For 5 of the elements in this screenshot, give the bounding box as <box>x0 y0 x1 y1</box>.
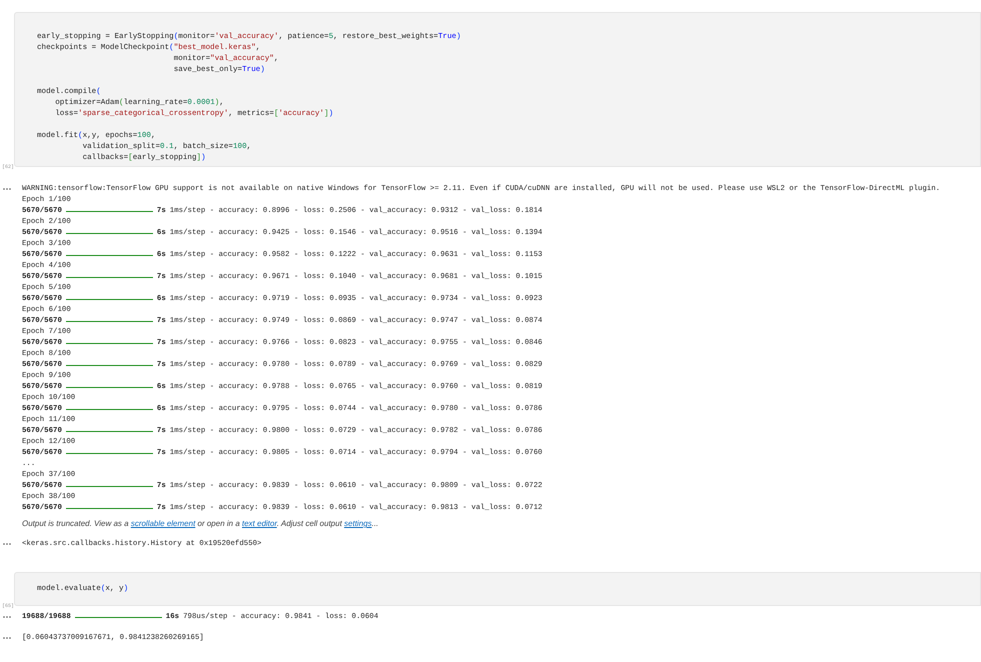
link[interactable]: text editor <box>242 519 277 528</box>
code-cell[interactable] <box>14 12 981 167</box>
link[interactable]: settings <box>344 519 372 528</box>
link[interactable]: scrollable element <box>130 519 196 528</box>
truncation-note: Output is truncated. View as a scrollable element or open in a text editor. Adjust cell output settings... <box>22 518 378 529</box>
